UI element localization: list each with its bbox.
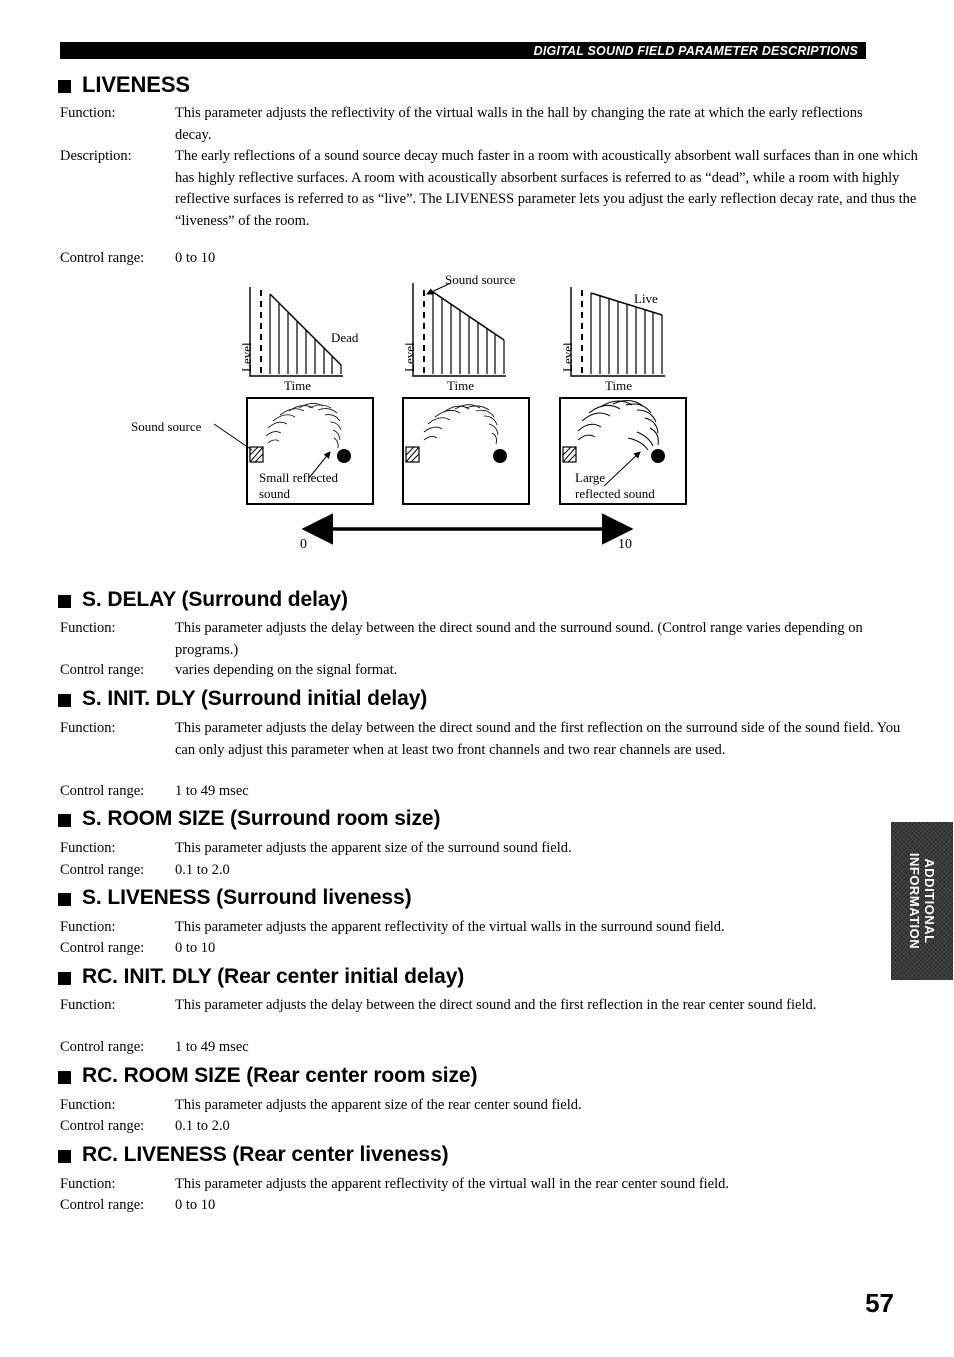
section-heading-liveness: LIVENESS bbox=[58, 72, 190, 98]
page-number: 57 bbox=[865, 1288, 894, 1318]
side-tab-line-1: ADDITIONAL bbox=[922, 858, 937, 944]
function-label: Function: bbox=[60, 1176, 116, 1192]
graph3-axis-level-label: Level bbox=[560, 342, 575, 372]
graph-middle bbox=[412, 282, 506, 377]
room-box-small bbox=[246, 397, 374, 505]
control-range-value: 1 to 49 msec bbox=[175, 1039, 249, 1055]
section-heading-s-room-size: S. ROOM SIZE (Surround room size) bbox=[58, 807, 440, 831]
section-title: RC. INIT. DLY (Rear center initial delay… bbox=[82, 965, 465, 988]
section-title: S. LIVENESS (Surround liveness) bbox=[82, 886, 412, 909]
function-label: Function: bbox=[60, 720, 116, 736]
section-title: LIVENESS bbox=[82, 72, 191, 97]
section-title: RC. LIVENESS (Rear center liveness) bbox=[82, 1143, 449, 1166]
section-title: S. INIT. DLY (Surround initial delay) bbox=[82, 687, 428, 710]
control-range-value: 0 to 10 bbox=[175, 250, 216, 266]
control-range-value: 0.1 to 2.0 bbox=[175, 1118, 230, 1134]
side-tab-additional-information: ADDITIONAL INFORMATION bbox=[891, 822, 953, 980]
section-heading-s-liveness: S. LIVENESS (Surround liveness) bbox=[58, 886, 412, 910]
control-range-value: 1 to 49 msec bbox=[175, 783, 249, 799]
room-box-medium bbox=[402, 397, 530, 505]
scale-min-label: 0 bbox=[300, 537, 307, 552]
side-tab-line-2: INFORMATION bbox=[907, 852, 922, 950]
graph2-sound-source-label: Sound source bbox=[445, 272, 516, 287]
graph3-live-label: Live bbox=[634, 291, 658, 306]
control-range-label: Control range: bbox=[60, 1118, 145, 1134]
square-bullet-icon bbox=[58, 1070, 71, 1084]
room-box-large bbox=[559, 397, 687, 505]
function-value: This parameter adjusts the reflectivity … bbox=[175, 105, 863, 143]
small-reflected-sound-label-line1: Small reflected bbox=[259, 470, 339, 485]
function-label: Function: bbox=[60, 620, 116, 636]
large-reflected-sound-label-line1: Large bbox=[575, 470, 606, 485]
section-title: S. DELAY (Surround delay) bbox=[82, 588, 348, 611]
function-label: Function: bbox=[60, 840, 116, 856]
control-range-label: Control range: bbox=[60, 1197, 145, 1213]
section-heading-s-delay: S. DELAY (Surround delay) bbox=[58, 588, 348, 612]
function-value: This parameter adjusts the apparent size… bbox=[175, 840, 572, 856]
function-value: This parameter adjusts the delay between… bbox=[175, 720, 901, 758]
small-reflection-pointer bbox=[308, 451, 331, 479]
control-range-value: 0 to 10 bbox=[175, 940, 216, 956]
square-bullet-icon bbox=[58, 594, 71, 608]
function-value: This parameter adjusts the delay between… bbox=[175, 997, 817, 1013]
sound-source-pointer bbox=[426, 282, 452, 295]
small-reflected-sound-label-line2: sound bbox=[259, 486, 291, 501]
function-label: Function: bbox=[60, 1097, 116, 1113]
sound-source-leader-line bbox=[213, 423, 253, 451]
control-range-value: 0 to 10 bbox=[175, 1197, 216, 1213]
graph-live bbox=[570, 287, 665, 377]
function-label: Function: bbox=[60, 997, 116, 1013]
section-heading-rc-room-size: RC. ROOM SIZE (Rear center room size) bbox=[58, 1064, 477, 1088]
room-sound-source-label: Sound source bbox=[131, 419, 202, 434]
section-heading-rc-liveness: RC. LIVENESS (Rear center liveness) bbox=[58, 1143, 449, 1167]
square-bullet-icon bbox=[58, 1149, 71, 1163]
control-range-label: Control range: bbox=[60, 662, 145, 678]
graph1-dead-label: Dead bbox=[331, 330, 359, 345]
side-tab-text-group: ADDITIONAL INFORMATION bbox=[891, 822, 953, 980]
square-bullet-icon bbox=[58, 892, 71, 906]
square-bullet-icon bbox=[58, 693, 71, 707]
graph1-axis-level-label: Level bbox=[239, 342, 254, 372]
function-value: This parameter adjusts the delay between… bbox=[175, 620, 863, 658]
section-title: RC. ROOM SIZE (Rear center room size) bbox=[82, 1064, 478, 1087]
control-range-label: Control range: bbox=[60, 940, 145, 956]
function-label: Function: bbox=[60, 105, 116, 121]
function-label: Function: bbox=[60, 919, 116, 935]
control-range-label: Control range: bbox=[60, 250, 145, 266]
control-range-value: varies depending on the signal format. bbox=[175, 662, 398, 678]
function-value: This parameter adjusts the apparent refl… bbox=[175, 919, 725, 935]
description-label: Description: bbox=[60, 148, 132, 164]
control-range-value: 0.1 to 2.0 bbox=[175, 862, 230, 878]
running-header-bar: DIGITAL SOUND FIELD PARAMETER DESCRIPTIO… bbox=[60, 42, 866, 59]
large-reflection-pointer bbox=[603, 451, 641, 487]
document-page: DIGITAL SOUND FIELD PARAMETER DESCRIPTIO… bbox=[0, 0, 954, 1357]
graph2-axis-time-label: Time bbox=[447, 378, 474, 393]
scale-max-label: 10 bbox=[618, 537, 632, 552]
description-value: The early reflections of a sound source … bbox=[175, 148, 918, 229]
square-bullet-icon bbox=[58, 79, 71, 93]
graph3-axis-time-label: Time bbox=[605, 378, 632, 393]
section-title: S. ROOM SIZE (Surround room size) bbox=[82, 807, 441, 830]
control-range-label: Control range: bbox=[60, 783, 145, 799]
function-value: This parameter adjusts the apparent refl… bbox=[175, 1176, 730, 1192]
running-header-title: DIGITAL SOUND FIELD PARAMETER DESCRIPTIO… bbox=[533, 43, 858, 58]
square-bullet-icon bbox=[58, 813, 71, 827]
control-range-label: Control range: bbox=[60, 1039, 145, 1055]
square-bullet-icon bbox=[58, 971, 71, 985]
section-heading-rc-init-dly: RC. INIT. DLY (Rear center initial delay… bbox=[58, 965, 464, 989]
graph2-axis-level-label: Level bbox=[402, 342, 417, 372]
control-range-label: Control range: bbox=[60, 862, 145, 878]
graph-dead bbox=[249, 287, 343, 377]
section-heading-s-init-dly: S. INIT. DLY (Surround initial delay) bbox=[58, 687, 427, 711]
function-value: This parameter adjusts the apparent size… bbox=[175, 1097, 582, 1113]
graph1-axis-time-label: Time bbox=[284, 378, 311, 393]
large-reflected-sound-label-line2: reflected sound bbox=[575, 486, 655, 501]
